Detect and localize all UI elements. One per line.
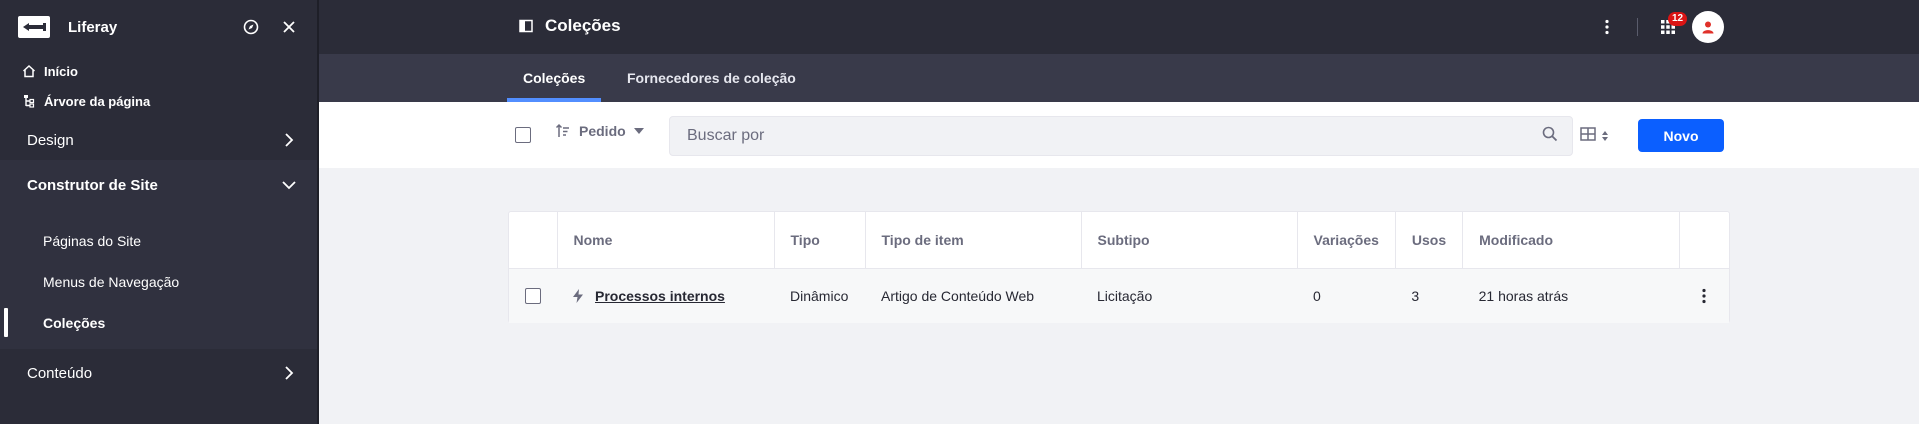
caret-down-icon: [633, 128, 644, 134]
liferay-logo[interactable]: [18, 16, 50, 38]
category-site-builder[interactable]: Construtor de Site: [0, 160, 317, 210]
column-header-item-type[interactable]: Tipo de item: [865, 212, 1082, 269]
cell-actions: [1680, 268, 1729, 323]
cell-modified: 21 horas atrás: [1478, 287, 1569, 304]
sub-item-label: Coleções: [43, 314, 106, 331]
column-header-modified[interactable]: Modificado: [1462, 212, 1681, 269]
sidebar-header: Liferay: [0, 0, 317, 54]
control-menu: Coleções 12: [319, 0, 1919, 54]
chevron-down-icon: [281, 177, 297, 193]
caret-double-icon: [1602, 128, 1608, 146]
page-title-text: Coleções: [545, 16, 621, 35]
site-builder-subnav: Páginas do Site Menus de Navegação Coleç…: [0, 210, 317, 349]
chevron-right-icon: [281, 365, 297, 381]
topbar-actions: 12: [1597, 11, 1724, 43]
page-tree-label: Árvore da página: [44, 93, 151, 109]
sub-item-label: Menus de Navegação: [43, 273, 180, 290]
sidebar-item-navigation-menus[interactable]: Menus de Navegação: [0, 261, 317, 302]
row-checkbox-cell: [509, 268, 557, 323]
product-menu-sidebar: Liferay Início Árvore da página Design C…: [0, 0, 319, 424]
header-actions-cell: [1679, 212, 1729, 269]
page-tree-link[interactable]: Árvore da página: [0, 86, 317, 116]
chevron-right-icon: [281, 132, 297, 148]
tabs-bar: Coleções Fornecedores de coleção: [319, 54, 1919, 102]
category-label: Construtor de Site: [27, 176, 158, 194]
category-design[interactable]: Design: [0, 120, 317, 160]
row-actions-kebab-icon[interactable]: [1696, 288, 1713, 304]
page-title: Coleções: [519, 16, 621, 36]
search-input[interactable]: [687, 127, 1542, 145]
row-checkbox[interactable]: [525, 287, 541, 304]
bolt-icon: [573, 288, 583, 303]
applications-menu-button[interactable]: 12: [1658, 12, 1688, 37]
sidebar-item-site-pages[interactable]: Páginas do Site: [0, 220, 317, 261]
tab-collection-providers[interactable]: Fornecedores de coleção: [615, 54, 808, 102]
search-bar: [669, 116, 1573, 156]
options-kebab-icon[interactable]: [1597, 19, 1617, 35]
cell-variations: 0: [1313, 287, 1321, 304]
user-avatar[interactable]: [1692, 11, 1724, 43]
new-button[interactable]: Novo: [1638, 119, 1724, 152]
collection-name-link[interactable]: Processos internos: [595, 288, 725, 304]
table-row[interactable]: Processos internos Dinâmico Artigo de Co…: [509, 268, 1729, 323]
order-dropdown[interactable]: Pedido: [555, 123, 644, 139]
tab-collections[interactable]: Coleções: [507, 54, 602, 102]
divider: [1637, 18, 1638, 36]
column-header-uses[interactable]: Usos: [1395, 212, 1464, 269]
cell-item-type: Artigo de Conteúdo Web: [881, 287, 1035, 304]
display-style-dropdown[interactable]: [1580, 126, 1608, 147]
collections-table: Nome Tipo Tipo de item Subtipo Variações…: [508, 211, 1730, 323]
cell-name: Processos internos: [557, 268, 774, 323]
quick-links: Início Árvore da página: [0, 54, 317, 116]
category-label: Design: [27, 131, 74, 149]
page-tree-icon: [22, 94, 36, 108]
column-header-subtype[interactable]: Subtipo: [1081, 212, 1298, 269]
category-label: Conteúdo: [27, 364, 93, 382]
cell-type: Dinâmico: [790, 287, 849, 304]
sort-icon: [555, 123, 571, 139]
header-checkbox-cell: [509, 212, 558, 269]
column-header-type[interactable]: Tipo: [774, 212, 866, 269]
table-header-row: Nome Tipo Tipo de item Subtipo Variações…: [509, 212, 1729, 269]
cell-uses: 3: [1411, 287, 1420, 304]
site-name: Liferay: [68, 18, 118, 36]
category-content[interactable]: Conteúdo: [0, 353, 317, 393]
home-icon: [22, 64, 36, 78]
sub-item-label: Páginas do Site: [43, 232, 142, 249]
cell-subtype: Licitação: [1097, 287, 1153, 304]
close-icon[interactable]: [279, 17, 299, 37]
table-view-icon: [1580, 126, 1596, 147]
user-icon: [1702, 21, 1714, 34]
notification-badge: 12: [1668, 12, 1688, 26]
home-link[interactable]: Início: [0, 56, 317, 86]
select-all-checkbox[interactable]: [515, 127, 531, 143]
management-toolbar: Pedido Novo: [319, 102, 1919, 168]
column-header-name[interactable]: Nome: [557, 212, 775, 269]
tab-label: Fornecedores de coleção: [627, 70, 796, 86]
order-label: Pedido: [579, 123, 626, 139]
tab-label: Coleções: [523, 70, 586, 86]
column-header-variations[interactable]: Variações: [1297, 212, 1396, 269]
sidebar-toggle-icon[interactable]: [519, 18, 535, 34]
compass-icon[interactable]: [241, 17, 261, 37]
sidebar-item-collections[interactable]: Coleções: [0, 302, 317, 343]
search-icon[interactable]: [1542, 126, 1558, 147]
home-label: Início: [44, 63, 78, 79]
